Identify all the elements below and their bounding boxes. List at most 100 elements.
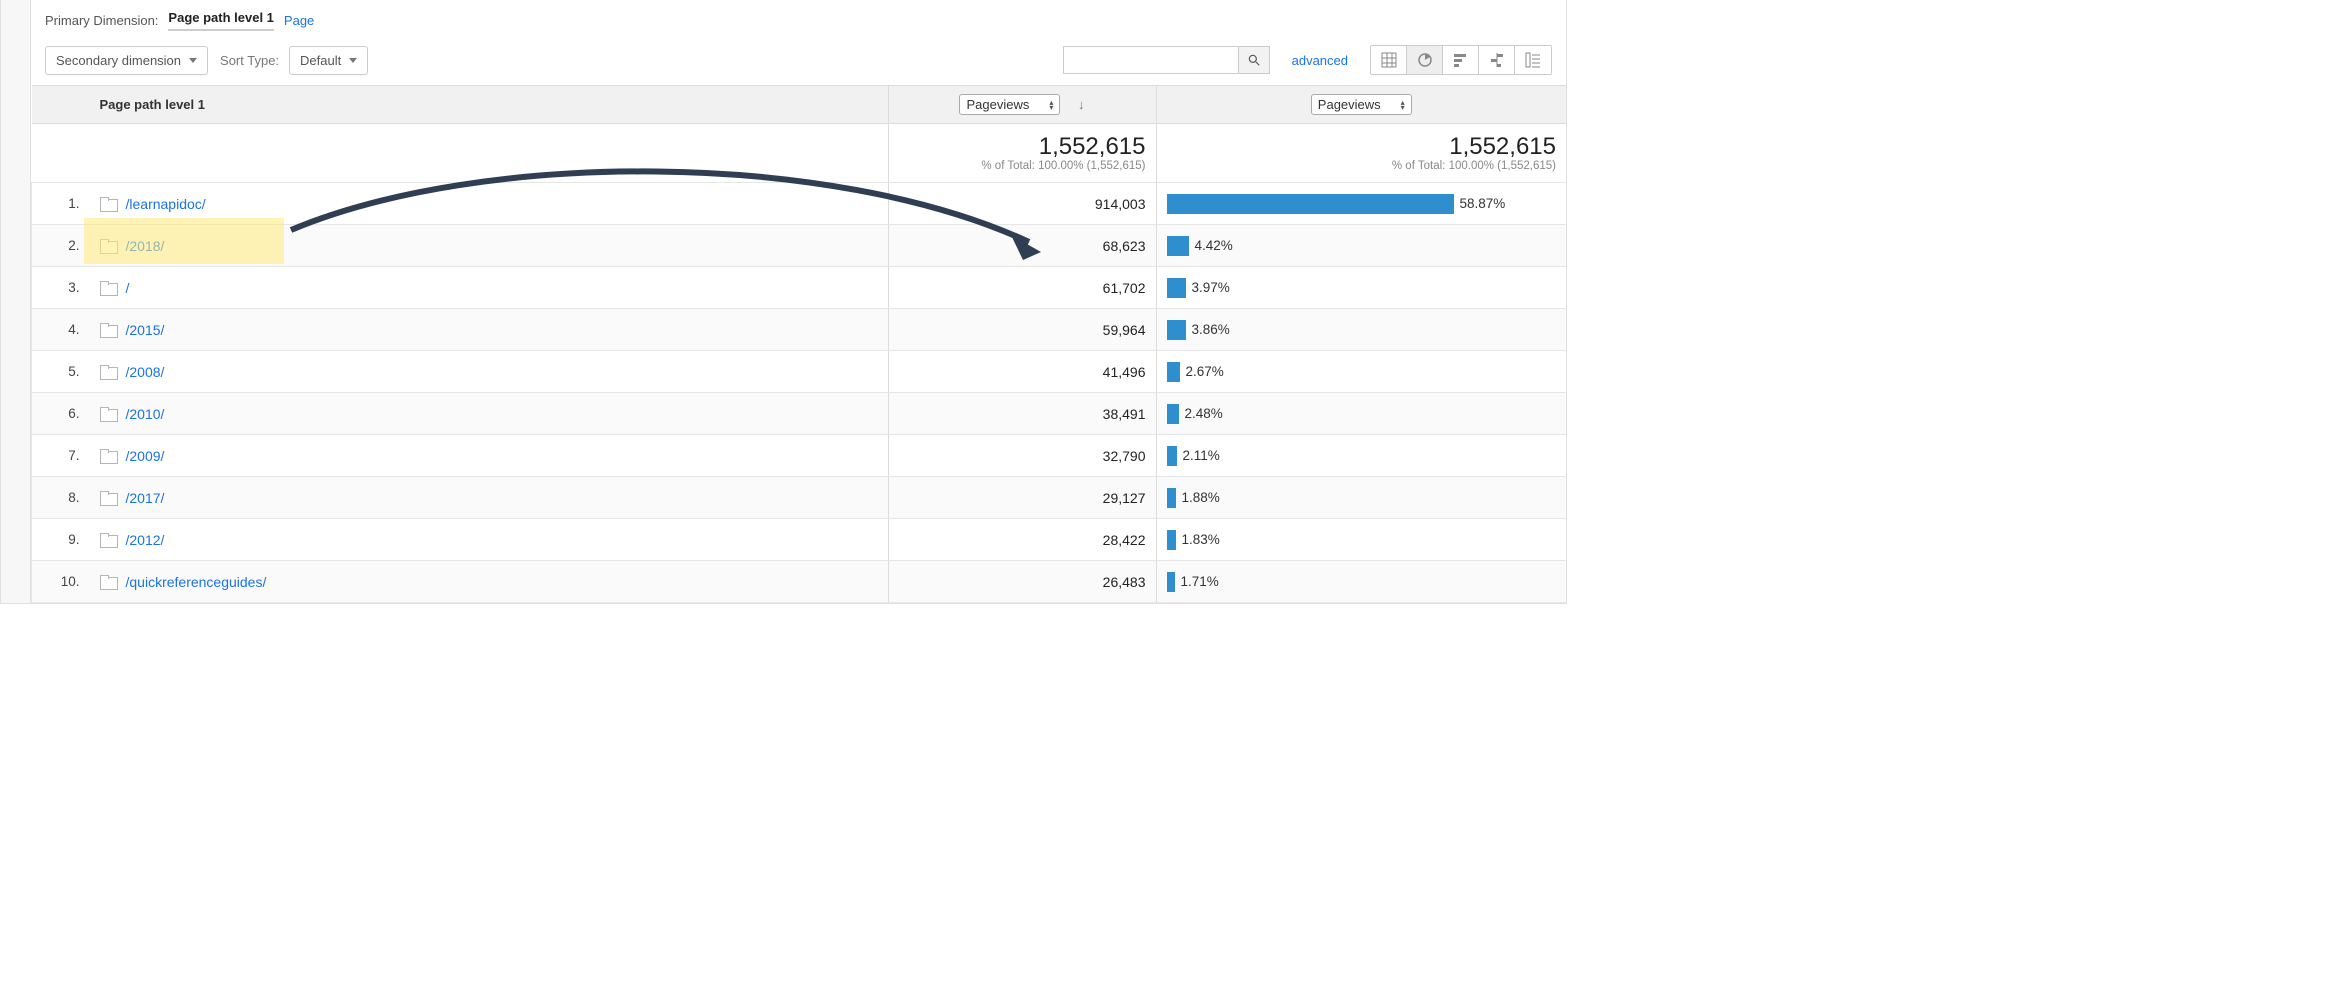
- bar-cell: 2.11%: [1156, 435, 1566, 477]
- report-table: Page path level 1 Pageviews ▴▾ ↓ Pagevie…: [31, 85, 1566, 603]
- path-link[interactable]: /2015/: [126, 322, 165, 338]
- path-cell: /learnapidoc/: [90, 183, 889, 225]
- view-toggle-group: [1370, 45, 1552, 75]
- bar-cell: 58.87%: [1156, 183, 1566, 225]
- percentage-bar: [1167, 320, 1186, 340]
- pageviews-value: 38,491: [888, 393, 1156, 435]
- toolbar: Secondary dimension Sort Type: Default a…: [31, 37, 1566, 85]
- path-link[interactable]: /2010/: [126, 406, 165, 422]
- row-index: 9.: [32, 519, 90, 561]
- caret-down-icon: [349, 58, 357, 63]
- folder-icon: [100, 323, 116, 336]
- pageviews-value: 914,003: [888, 183, 1156, 225]
- bar-cell: 1.83%: [1156, 519, 1566, 561]
- percentage-label: 58.87%: [1460, 196, 1506, 211]
- pageviews-value: 68,623: [888, 225, 1156, 267]
- pivot-icon: [1525, 52, 1541, 68]
- bar-cell: 1.88%: [1156, 477, 1566, 519]
- percentage-bar: [1167, 572, 1175, 592]
- percentage-label: 2.11%: [1183, 448, 1220, 463]
- folder-icon: [100, 491, 116, 504]
- sort-updown-icon: ▴▾: [1401, 100, 1405, 110]
- view-table-button[interactable]: [1371, 46, 1407, 74]
- advanced-link[interactable]: advanced: [1292, 53, 1348, 68]
- percentage-label: 4.42%: [1195, 238, 1233, 253]
- pageviews-metric-select[interactable]: Pageviews ▴▾: [959, 94, 1060, 115]
- total-pageviews-2: 1,552,615: [1167, 134, 1557, 160]
- percentage-label: 2.48%: [1185, 406, 1223, 421]
- view-pivot-button[interactable]: [1515, 46, 1551, 74]
- path-cell: /: [90, 267, 889, 309]
- table-row: 4./2015/59,9643.86%: [32, 309, 1567, 351]
- pageviews-value: 59,964: [888, 309, 1156, 351]
- primary-dimension-label: Primary Dimension:: [45, 13, 158, 28]
- sort-type-dropdown[interactable]: Default: [289, 46, 368, 75]
- path-link[interactable]: /learnapidoc/: [126, 196, 206, 212]
- search-button[interactable]: [1238, 46, 1270, 74]
- view-comparison-button[interactable]: [1479, 46, 1515, 74]
- search-wrap: [1063, 46, 1270, 74]
- table-row: 1./learnapidoc/914,00358.87%: [32, 183, 1567, 225]
- comparison-icon: [1489, 52, 1505, 68]
- percentage-label: 2.67%: [1186, 364, 1224, 379]
- percentage-bar: [1167, 488, 1176, 508]
- view-performance-button[interactable]: [1443, 46, 1479, 74]
- primary-dimension-active[interactable]: Page path level 1: [168, 10, 274, 31]
- column-path-header[interactable]: Page path level 1: [100, 97, 206, 112]
- row-index: 6.: [32, 393, 90, 435]
- search-icon: [1247, 53, 1261, 67]
- totals-row: 1,552,615 % of Total: 100.00% (1,552,615…: [32, 124, 1567, 183]
- table-row: 10./quickreferenceguides/26,4831.71%: [32, 561, 1567, 603]
- percentage-label: 3.97%: [1192, 280, 1230, 295]
- table-row: 6. /2010/38,491 2.48%: [32, 393, 1567, 435]
- bar-cell: 2.67%: [1156, 351, 1566, 393]
- table-row: 2. /2018/68,623 4.42%: [32, 225, 1567, 267]
- percentage-bar: [1167, 194, 1454, 214]
- caret-down-icon: [189, 58, 197, 63]
- sort-descending-icon[interactable]: ↓: [1078, 97, 1085, 112]
- sort-type-label: Sort Type:: [220, 53, 279, 68]
- path-link[interactable]: /2018/: [126, 238, 165, 254]
- table-row: 9./2012/28,4221.83%: [32, 519, 1567, 561]
- path-link[interactable]: /: [126, 280, 130, 296]
- percentage-bar: [1167, 530, 1176, 550]
- path-link[interactable]: /2012/: [126, 532, 165, 548]
- row-index: 7.: [32, 435, 90, 477]
- secondary-dimension-dropdown[interactable]: Secondary dimension: [45, 46, 208, 75]
- path-cell: /2015/: [90, 309, 889, 351]
- search-input[interactable]: [1063, 46, 1238, 74]
- table-icon: [1381, 52, 1397, 68]
- percentage-bar: [1167, 446, 1177, 466]
- folder-icon: [100, 533, 116, 546]
- primary-dimension-page[interactable]: Page: [284, 13, 314, 28]
- bar-cell: 3.86%: [1156, 309, 1566, 351]
- path-cell: /2010/: [90, 393, 889, 435]
- folder-icon: [100, 365, 116, 378]
- percentage-label: 1.88%: [1182, 490, 1220, 505]
- total-pageviews: 1,552,615: [899, 134, 1146, 160]
- folder-icon: [100, 407, 116, 420]
- pageviews-bar-metric-label: Pageviews: [1318, 97, 1381, 112]
- percentage-label: 3.86%: [1192, 322, 1230, 337]
- pageviews-value: 41,496: [888, 351, 1156, 393]
- path-link[interactable]: /2008/: [126, 364, 165, 380]
- percentage-bar: [1167, 278, 1186, 298]
- row-index: 5.: [32, 351, 90, 393]
- total-pageviews-sub: % of Total: 100.00% (1,552,615): [899, 160, 1146, 172]
- bar-cell: 1.71%: [1156, 561, 1566, 603]
- path-link[interactable]: /2017/: [126, 490, 165, 506]
- bars-icon: [1453, 52, 1469, 68]
- path-link[interactable]: /2009/: [126, 448, 165, 464]
- path-link[interactable]: /quickreferenceguides/: [126, 574, 267, 590]
- bar-cell: 3.97%: [1156, 267, 1566, 309]
- path-cell: /2017/: [90, 477, 889, 519]
- table-header-row: Page path level 1 Pageviews ▴▾ ↓ Pagevie…: [32, 86, 1567, 124]
- sort-updown-icon: ▴▾: [1049, 100, 1053, 110]
- row-index: 2.: [32, 225, 90, 267]
- pie-icon: [1417, 52, 1433, 68]
- path-cell: /2008/: [90, 351, 889, 393]
- pageviews-bar-metric-select[interactable]: Pageviews ▴▾: [1311, 94, 1412, 115]
- row-index: 3.: [32, 267, 90, 309]
- table-row: 5. /2008/41,496 2.67%: [32, 351, 1567, 393]
- view-percentage-button[interactable]: [1407, 46, 1443, 74]
